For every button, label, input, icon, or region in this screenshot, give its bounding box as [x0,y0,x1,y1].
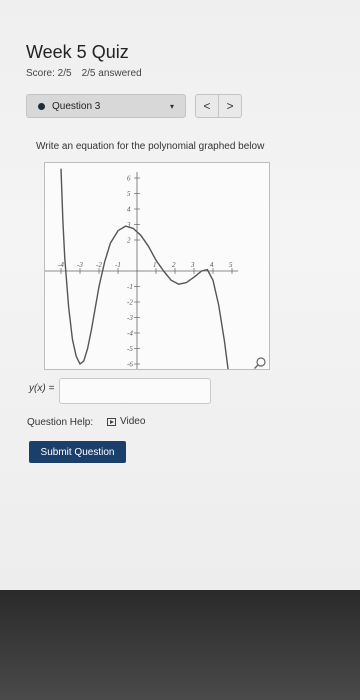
y-tick-label: 6 [127,175,131,183]
answer-label: y(x) = [29,383,55,394]
x-tick-label: 4 [210,261,214,269]
polynomial-curve [60,168,229,369]
score-line: Score: 2/5 2/5 answered [26,68,142,79]
video-play-icon [107,417,116,426]
y-tick-label: -4 [127,330,133,338]
video-link-label: Video [120,416,146,427]
y-tick-label: -3 [127,314,133,322]
prev-question-button[interactable]: < [196,95,218,117]
y-tick-label: 4 [127,206,131,214]
magnify-icon[interactable] [253,356,267,370]
score-text: Score: 2/5 [26,68,72,79]
device-bezel [0,590,360,700]
y-tick-label: -2 [127,299,133,307]
x-tick-label: 2 [172,261,176,269]
status-dot-icon [38,102,45,110]
question-selector-label: Question 3 [52,100,101,112]
submit-question-button[interactable]: Submit Question [29,441,126,463]
y-tick-label: -1 [127,283,133,291]
next-question-button[interactable]: > [218,95,241,117]
x-tick-label: 3 [190,261,195,269]
chevron-down-icon: ▾ [169,101,174,111]
y-tick-label: 5 [127,190,131,198]
x-tick-label: 5 [229,261,233,269]
answered-text: 2/5 answered [81,68,142,79]
video-link[interactable]: Video [107,416,145,427]
y-tick-label: 2 [127,237,131,245]
quiz-screen: Week 5 Quiz Score: 2/5 2/5 answered Quest… [0,0,360,590]
x-tick-label: -2 [96,261,102,269]
graph-canvas: -5-4-3-2-11234565432-1-2-3-4-5-6 [45,168,238,369]
polynomial-graph[interactable]: -5-4-3-2-11234565432-1-2-3-4-5-6 [44,162,270,370]
question-text: Write an equation for the polynomial gra… [36,141,265,152]
question-help-label: Question Help: [27,417,94,428]
question-selector[interactable]: Question 3 ▾ [26,94,186,118]
y-tick-label: -6 [127,361,133,369]
y-tick-label: -5 [127,345,133,353]
quiz-title: Week 5 Quiz [26,42,129,62]
x-tick-label: 1 [153,261,157,269]
x-tick-label: -4 [58,261,64,269]
x-tick-label: -3 [77,261,83,269]
x-tick-label: -1 [115,261,121,269]
answer-input[interactable] [59,378,211,404]
question-nav: < > [195,94,242,118]
